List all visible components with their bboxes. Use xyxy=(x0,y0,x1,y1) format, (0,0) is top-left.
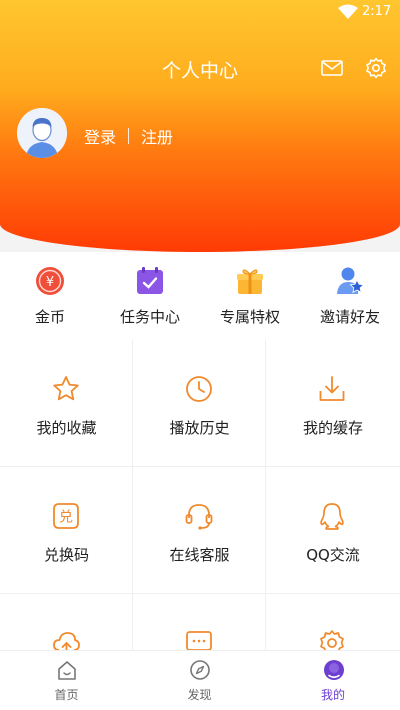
calendar-check-icon xyxy=(137,267,163,294)
auth-links: 登录 注册 xyxy=(84,124,173,148)
wifi-icon xyxy=(338,4,358,19)
bottom-tab-bar: 首页 发现 我的 xyxy=(0,650,400,710)
tab-discover[interactable]: 发现 xyxy=(133,651,266,710)
feature-qq[interactable]: QQ交流 xyxy=(266,467,400,594)
feature-label: 兑换码 xyxy=(43,546,89,564)
compass-icon xyxy=(190,660,210,680)
qq-icon xyxy=(320,503,344,530)
clock-icon xyxy=(186,376,212,402)
feature-settings[interactable] xyxy=(266,594,400,652)
download-icon xyxy=(319,376,345,401)
feature-cloud[interactable] xyxy=(0,594,133,652)
mail-icon[interactable] xyxy=(320,56,344,80)
cloud-upload-icon xyxy=(53,632,80,652)
tab-label: 我的 xyxy=(320,688,345,702)
gift-icon xyxy=(237,269,263,294)
status-bar: 2:17 xyxy=(0,0,400,26)
feature-history[interactable]: 播放历史 xyxy=(133,340,266,467)
quick-action-tasks[interactable]: 任务中心 xyxy=(100,252,200,340)
svg-text:¥: ¥ xyxy=(46,275,54,290)
feature-label: 我的缓存 xyxy=(302,419,363,437)
feature-favorites[interactable]: 我的收藏 xyxy=(0,340,133,467)
avatar[interactable] xyxy=(17,108,67,158)
feature-label: QQ交流 xyxy=(306,546,360,564)
chat-icon xyxy=(186,631,212,652)
quick-action-coins[interactable]: ¥ 金币 xyxy=(0,252,100,340)
quick-action-invite[interactable]: 邀请好友 xyxy=(300,252,400,340)
quick-action-label: 邀请好友 xyxy=(319,308,380,326)
feature-support[interactable]: 在线客服 xyxy=(133,467,266,594)
feature-chat[interactable] xyxy=(133,594,266,652)
quick-action-label: 专属特权 xyxy=(219,308,280,326)
home-icon xyxy=(58,661,76,680)
quick-action-label: 任务中心 xyxy=(119,308,180,326)
tab-label: 首页 xyxy=(54,688,79,702)
feature-downloads[interactable]: 我的缓存 xyxy=(266,340,400,467)
tab-home[interactable]: 首页 xyxy=(0,651,133,710)
auth-divider xyxy=(128,128,130,144)
register-link[interactable]: 注册 xyxy=(141,124,173,148)
gear-icon[interactable] xyxy=(364,56,388,80)
status-time: 2:17 xyxy=(362,4,392,19)
svg-text:兑: 兑 xyxy=(59,510,73,526)
redeem-icon: 兑 xyxy=(53,503,79,529)
profile-header: 2:17 个人中心 登录 注册 xyxy=(0,0,400,252)
coin-icon: ¥ xyxy=(36,267,64,295)
star-icon xyxy=(53,376,79,401)
profile-icon xyxy=(324,660,344,680)
feature-redeem[interactable]: 兑 兑换码 xyxy=(0,467,133,594)
quick-action-label: 金币 xyxy=(34,308,65,326)
invite-user-icon xyxy=(337,267,365,294)
feature-label: 播放历史 xyxy=(169,419,230,437)
feature-grid: 我的收藏 播放历史 我的缓存 兑 兑换码 在线客服 QQ交流 xyxy=(0,340,400,652)
headset-icon xyxy=(185,504,213,530)
login-link[interactable]: 登录 xyxy=(84,124,116,148)
tab-me[interactable]: 我的 xyxy=(266,651,400,710)
quick-action-privileges[interactable]: 专属特权 xyxy=(200,252,300,340)
feature-label: 我的收藏 xyxy=(36,419,97,437)
feature-label: 在线客服 xyxy=(169,546,230,564)
default-avatar-icon xyxy=(17,108,67,158)
tab-label: 发现 xyxy=(187,688,212,702)
settings-icon xyxy=(320,630,344,652)
quick-actions: ¥ 金币 任务中心 专属特权 邀请好友 xyxy=(0,252,400,340)
